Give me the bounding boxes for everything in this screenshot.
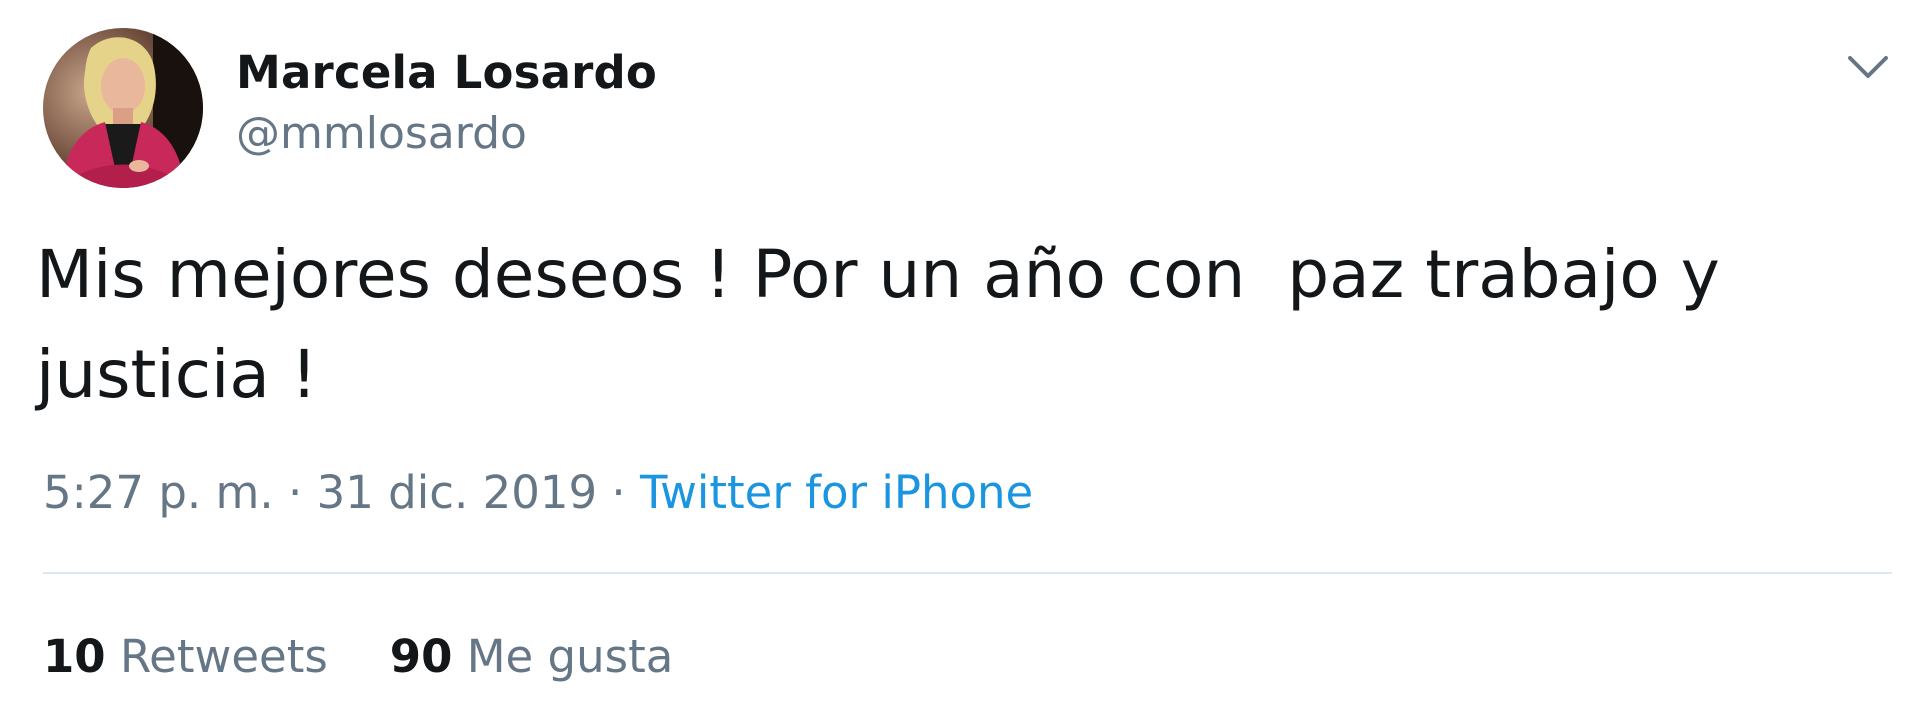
author-name[interactable]: Marcela Losardo xyxy=(236,46,657,99)
meta-separator: · xyxy=(273,466,317,519)
author-handle[interactable]: @mmlosardo xyxy=(236,108,527,159)
likes-count: 90 xyxy=(389,630,453,683)
meta-separator: · xyxy=(597,466,641,519)
tweet-text: Mis mejores deseos ! Por un año con paz … xyxy=(36,236,1720,413)
tweet-card: Marcela Losardo @mmlosardo Mis mejores d… xyxy=(0,0,1920,718)
tweet-source-link[interactable]: Twitter for iPhone xyxy=(640,466,1033,519)
retweets-stat[interactable]: 10 Retweets xyxy=(43,630,328,683)
profile-photo-icon xyxy=(43,28,203,188)
tweet-stats: 10 Retweets 90 Me gusta xyxy=(43,630,673,683)
likes-label: Me gusta xyxy=(466,630,674,683)
tweet-meta: 5:27 p. m. · 31 dic. 2019 · Twitter for … xyxy=(43,466,1033,519)
avatar[interactable] xyxy=(43,28,203,188)
likes-stat[interactable]: 90 Me gusta xyxy=(390,630,674,683)
retweets-label: Retweets xyxy=(119,630,328,683)
tweet-date[interactable]: 31 dic. 2019 xyxy=(317,466,598,519)
divider xyxy=(43,572,1892,574)
retweets-count: 10 xyxy=(43,630,106,683)
chevron-down-icon[interactable] xyxy=(1844,48,1892,88)
tweet-time[interactable]: 5:27 p. m. xyxy=(43,466,274,519)
